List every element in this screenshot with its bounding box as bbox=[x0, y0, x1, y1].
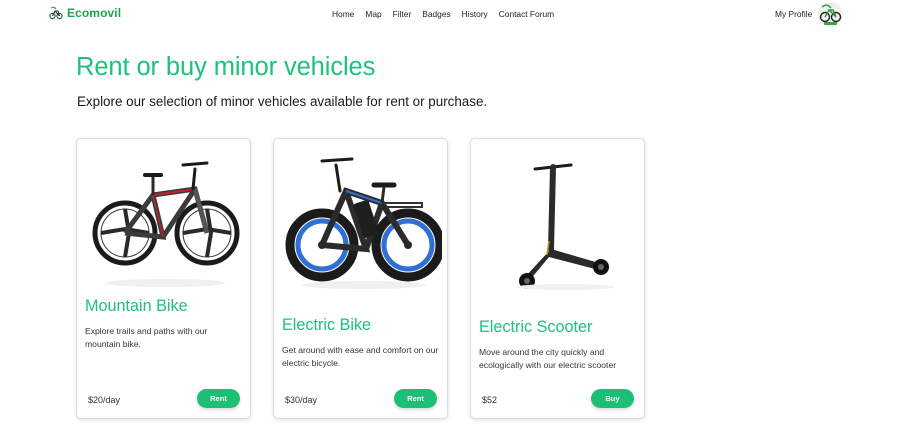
rent-button[interactable]: Rent bbox=[197, 389, 240, 408]
nav-links: Home Map Filter Badges History Contact F… bbox=[332, 9, 565, 19]
card-title: Electric Scooter bbox=[479, 318, 593, 336]
page-subtitle: Explore our selection of minor vehicles … bbox=[77, 94, 488, 109]
vehicle-card-electric-bike: Electric Bike Get around with ease and c… bbox=[273, 138, 448, 419]
mountain-bike-image bbox=[83, 145, 245, 295]
nav-filter-link[interactable]: Filter bbox=[393, 9, 412, 19]
navbar: Ecomovil Home Map Filter Badges History … bbox=[0, 0, 921, 30]
electric-scooter-image bbox=[477, 145, 639, 295]
card-description: Move around the city quickly and ecologi… bbox=[479, 347, 617, 370]
nav-history-link[interactable]: History bbox=[462, 9, 488, 19]
page-title: Rent or buy minor vehicles bbox=[76, 53, 376, 81]
nav-map-link[interactable]: Map bbox=[365, 9, 381, 19]
card-description: Explore trails and paths with our mounta… bbox=[85, 326, 208, 349]
nav-badges-link[interactable]: Badges bbox=[422, 9, 450, 19]
brand-name: Ecomovil bbox=[67, 6, 122, 20]
bike-logo-icon bbox=[49, 6, 63, 20]
vehicle-card-electric-scooter: Electric Scooter Move around the city qu… bbox=[470, 138, 645, 419]
vehicle-card-mountain-bike: Mountain Bike Explore trails and paths w… bbox=[76, 138, 251, 419]
buy-button[interactable]: Buy bbox=[591, 389, 634, 408]
card-price: $20/day bbox=[88, 395, 121, 405]
my-profile-link[interactable]: My Profile bbox=[775, 9, 812, 19]
card-price: $52 bbox=[482, 395, 498, 405]
brand-link[interactable]: Ecomovil bbox=[49, 6, 121, 20]
card-title: Electric Bike bbox=[282, 316, 372, 334]
rent-button[interactable]: Rent bbox=[394, 389, 437, 408]
card-price: $30/day bbox=[285, 395, 318, 405]
nav-home-link[interactable]: Home bbox=[332, 9, 354, 19]
card-title: Mountain Bike bbox=[85, 297, 188, 315]
bike-avatar-icon[interactable] bbox=[818, 2, 843, 27]
nav-contact-forum-link[interactable]: Contact Forum bbox=[499, 9, 554, 19]
electric-bike-image bbox=[280, 145, 442, 295]
card-description: Get around with ease and comfort on our … bbox=[282, 345, 439, 368]
